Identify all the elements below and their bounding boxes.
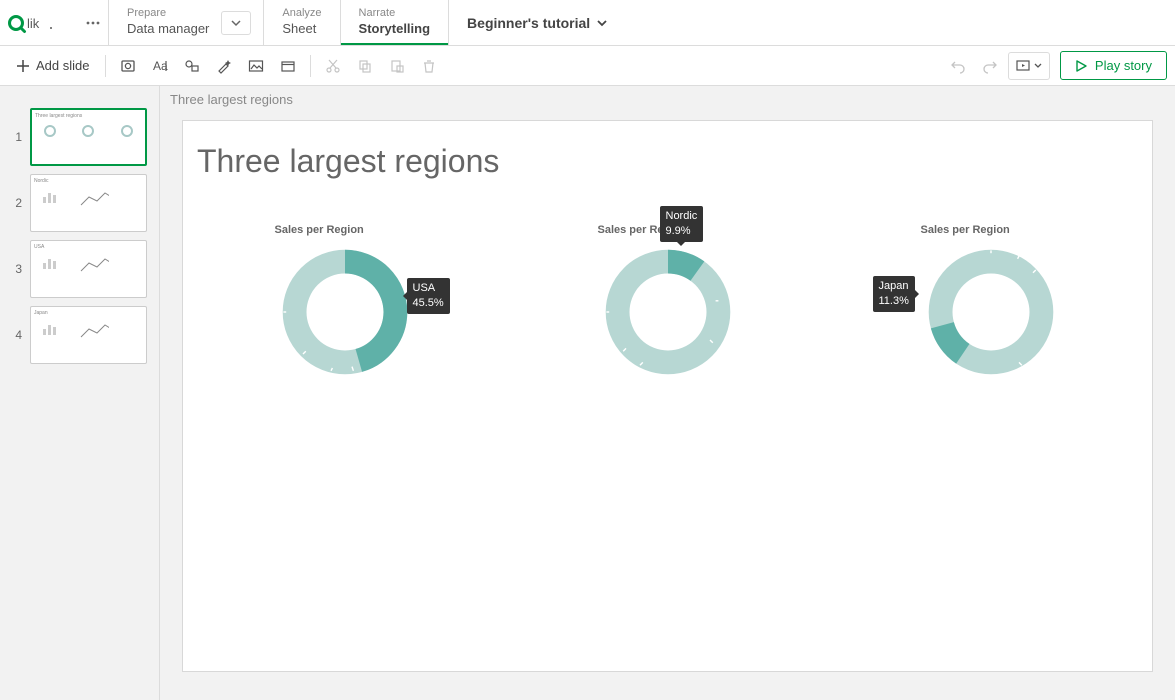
donut-svg bbox=[921, 242, 1061, 382]
delete-button[interactable] bbox=[415, 52, 443, 80]
chevron-down-icon bbox=[1033, 61, 1043, 71]
qlik-logo-icon: lik bbox=[8, 10, 68, 36]
preview-mode-dropdown[interactable] bbox=[1008, 52, 1050, 80]
slide-number: 4 bbox=[12, 328, 22, 342]
donut-highlight-badge: USA 45.5% bbox=[407, 278, 450, 314]
donut-chart-usa[interactable]: Sales per Region USA 45.5% bbox=[275, 224, 415, 382]
slide-thumb-row: 1 Three largest regions bbox=[12, 108, 147, 166]
snapshot-library-button[interactable] bbox=[114, 52, 142, 80]
tab-sublabel: Storytelling bbox=[359, 20, 431, 38]
main-area: 1 Three largest regions 2 Nordic 3 USA 4 bbox=[0, 86, 1175, 700]
tab-label: Prepare bbox=[127, 7, 209, 20]
donut-chart-row: Sales per Region USA 45.5% bbox=[183, 224, 1152, 382]
plus-icon bbox=[16, 59, 30, 73]
slide-title-text: Three largest regions bbox=[183, 121, 1152, 180]
undo-button[interactable] bbox=[944, 52, 972, 80]
slide-thumbnail-2[interactable]: Nordic bbox=[30, 174, 147, 232]
slide-thumbnail-panel: 1 Three largest regions 2 Nordic 3 USA 4 bbox=[0, 86, 160, 700]
slide-canvas-area: Three largest regions Three largest regi… bbox=[160, 86, 1175, 700]
text-icon: Aa bbox=[152, 58, 168, 74]
paste-icon bbox=[389, 58, 405, 74]
media-tool-button[interactable] bbox=[242, 52, 270, 80]
tab-sublabel: Sheet bbox=[282, 20, 321, 38]
text-tool-button[interactable]: Aa bbox=[146, 52, 174, 80]
slide-thumb-row: 2 Nordic bbox=[12, 174, 147, 232]
tab-label: Narrate bbox=[359, 7, 431, 20]
mode-tabs: Prepare Data manager Analyze Sheet Narra… bbox=[108, 0, 448, 45]
preview-icon bbox=[1015, 58, 1031, 74]
slide-thumbnail-1[interactable]: Three largest regions bbox=[30, 108, 147, 166]
slide-thumbnail-3[interactable]: USA bbox=[30, 240, 147, 298]
app-header: lik Prepare Data manager Analyze Sheet N… bbox=[0, 0, 1175, 46]
cut-icon bbox=[325, 58, 341, 74]
tab-analyze[interactable]: Analyze Sheet bbox=[263, 0, 339, 45]
donut-highlight-badge: Japan 11.3% bbox=[873, 276, 915, 312]
paste-button[interactable] bbox=[383, 52, 411, 80]
story-title-dropdown[interactable]: Beginner's tutorial bbox=[448, 0, 626, 45]
redo-icon bbox=[982, 58, 998, 74]
snapshot-icon bbox=[120, 58, 136, 74]
svg-text:lik: lik bbox=[27, 16, 40, 31]
redo-button[interactable] bbox=[976, 52, 1004, 80]
tab-prepare[interactable]: Prepare Data manager bbox=[108, 0, 227, 45]
story-toolbar: Add slide Aa Play story bbox=[0, 46, 1175, 86]
donut-chart-japan[interactable]: Sales per Region Japan 11.3% bbox=[921, 224, 1061, 382]
trash-icon bbox=[421, 58, 437, 74]
effects-tool-button[interactable] bbox=[210, 52, 238, 80]
chart-title: Sales per Region bbox=[921, 224, 1010, 236]
donut-svg bbox=[275, 242, 415, 382]
add-slide-button[interactable]: Add slide bbox=[8, 52, 97, 80]
chevron-down-icon bbox=[596, 17, 608, 29]
shapes-tool-button[interactable] bbox=[178, 52, 206, 80]
chart-title: Sales per Region bbox=[275, 224, 364, 236]
shapes-icon bbox=[184, 58, 200, 74]
donut-highlight-badge: Nordic 9.9% bbox=[660, 206, 704, 242]
slide-thumb-row: 3 USA bbox=[12, 240, 147, 298]
slide-canvas[interactable]: Three largest regions Sales per Region bbox=[182, 120, 1153, 672]
story-title: Beginner's tutorial bbox=[467, 15, 590, 31]
slide-number: 2 bbox=[12, 196, 22, 210]
copy-button[interactable] bbox=[351, 52, 379, 80]
image-icon bbox=[248, 58, 264, 74]
play-icon bbox=[1075, 60, 1087, 72]
play-story-label: Play story bbox=[1095, 58, 1152, 73]
slide-thumb-row: 4 Japan bbox=[12, 306, 147, 364]
slide-number: 1 bbox=[12, 130, 22, 144]
tab-narrate[interactable]: Narrate Storytelling bbox=[340, 0, 449, 45]
donut-svg bbox=[598, 242, 738, 382]
donut-chart-nordic[interactable]: Sales per Region Nordic bbox=[598, 224, 738, 382]
slide-thumbnail-4[interactable]: Japan bbox=[30, 306, 147, 364]
add-slide-label: Add slide bbox=[36, 58, 89, 73]
copy-icon bbox=[357, 58, 373, 74]
slide-number: 3 bbox=[12, 262, 22, 276]
brand-logo: lik bbox=[0, 0, 78, 45]
undo-icon bbox=[950, 58, 966, 74]
cut-button[interactable] bbox=[319, 52, 347, 80]
tab-sublabel: Data manager bbox=[127, 20, 209, 38]
chevron-down-icon bbox=[231, 18, 241, 28]
ellipsis-icon bbox=[85, 15, 101, 31]
embed-sheet-button[interactable] bbox=[274, 52, 302, 80]
app-menu-button[interactable] bbox=[78, 0, 108, 45]
effects-icon bbox=[216, 58, 232, 74]
tab-label: Analyze bbox=[282, 7, 321, 20]
canvas-breadcrumb: Three largest regions bbox=[160, 86, 1175, 109]
play-story-button[interactable]: Play story bbox=[1060, 51, 1167, 80]
sheet-icon bbox=[280, 58, 296, 74]
